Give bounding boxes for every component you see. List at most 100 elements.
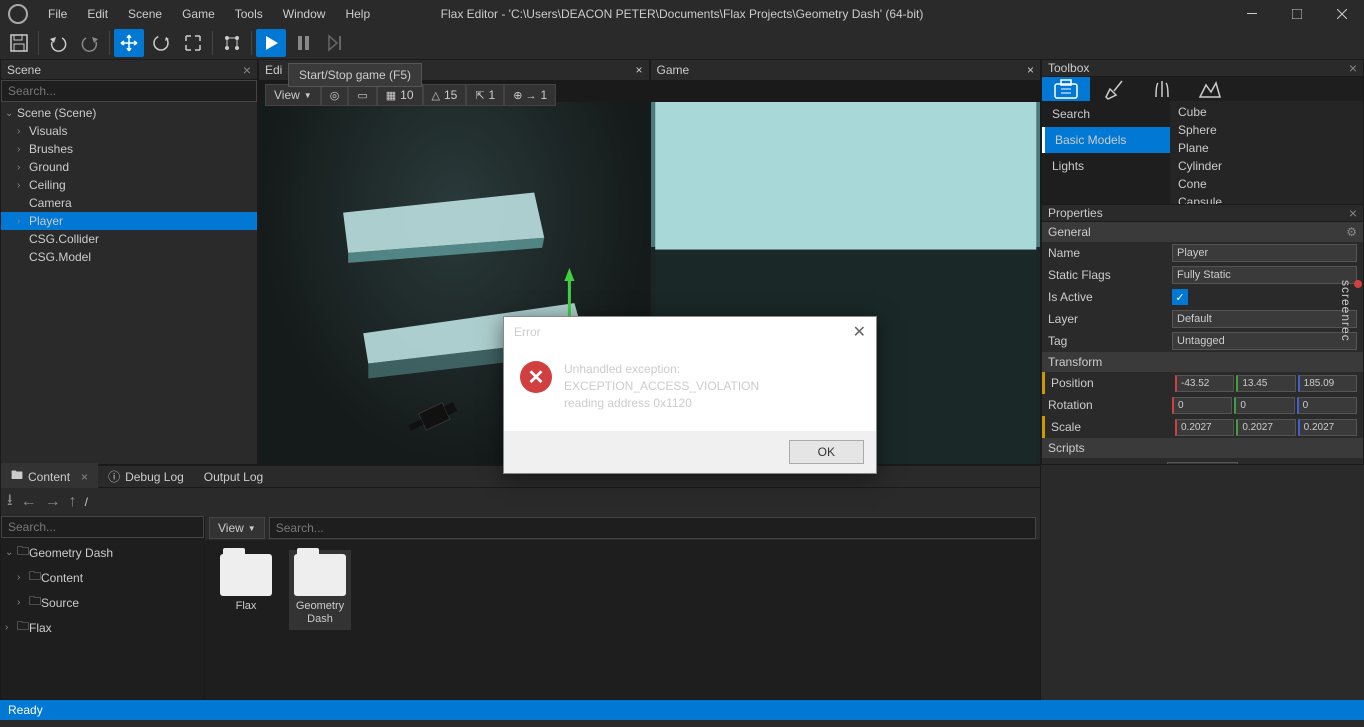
import-button[interactable]: ⭳ xyxy=(7,489,13,516)
editor-tab[interactable]: Edi xyxy=(265,63,282,77)
tree-item[interactable]: ›🗀 Flax xyxy=(1,615,204,640)
tree-item[interactable]: CSG.Collider xyxy=(1,230,257,248)
undo-button[interactable] xyxy=(43,29,73,57)
nav-forward[interactable]: → xyxy=(45,493,61,511)
dialog-close[interactable]: ✕ xyxy=(853,322,866,342)
name-input[interactable] xyxy=(1172,244,1357,262)
toolbox-item[interactable]: Cone xyxy=(1172,175,1361,193)
toolbox-cat-search[interactable]: Search xyxy=(1042,101,1170,127)
scale-tool[interactable] xyxy=(178,29,208,57)
menu-help[interactable]: Help xyxy=(335,2,380,26)
scale-y[interactable]: 0.2027 xyxy=(1236,419,1295,436)
vp-cam-icon[interactable]: ◎ xyxy=(321,84,349,106)
ok-button[interactable]: OK xyxy=(789,440,864,464)
section-scripts[interactable]: Scripts xyxy=(1042,438,1363,458)
save-button[interactable] xyxy=(4,29,34,57)
debug-log-tab[interactable]: ⓘDebug Log xyxy=(98,465,194,488)
menu-scene[interactable]: Scene xyxy=(118,2,172,26)
statusbar: Ready xyxy=(0,700,1364,720)
app-icon xyxy=(8,4,28,24)
menu-file[interactable]: File xyxy=(38,2,77,26)
tree-item[interactable]: ⌄🗀 Geometry Dash xyxy=(1,540,204,565)
menu-edit[interactable]: Edit xyxy=(77,2,118,26)
section-transform[interactable]: Transform xyxy=(1042,352,1363,372)
rot-x[interactable]: 0 xyxy=(1172,397,1232,414)
pos-y[interactable]: 13.45 xyxy=(1236,375,1295,392)
redo-button[interactable] xyxy=(75,29,105,57)
toolbox-tab-primitives[interactable] xyxy=(1042,77,1090,101)
scene-panel-close[interactable]: × xyxy=(243,62,251,78)
pause-button[interactable] xyxy=(288,29,318,57)
error-message: Unhandled exception: EXCEPTION_ACCESS_VI… xyxy=(564,361,860,411)
toolbox-close[interactable]: × xyxy=(1349,60,1357,76)
tree-item[interactable]: ›Ceiling xyxy=(1,176,257,194)
toolbox-tab-paint[interactable] xyxy=(1090,77,1138,101)
vp-angle[interactable]: △ 15 xyxy=(423,84,467,106)
content-tab[interactable]: 🖿Content× xyxy=(1,463,98,490)
play-button[interactable] xyxy=(256,29,286,57)
menu-game[interactable]: Game xyxy=(172,2,225,26)
step-button[interactable] xyxy=(320,29,350,57)
content-view-dropdown[interactable]: View ▼ xyxy=(209,517,265,539)
tree-item[interactable]: CSG.Model xyxy=(1,248,257,266)
vp-snap[interactable]: ⇱ 1 xyxy=(466,84,504,106)
scale-x[interactable]: 0.2027 xyxy=(1175,419,1234,436)
pos-x[interactable]: -43.52 xyxy=(1175,375,1234,392)
graph-button[interactable] xyxy=(217,29,247,57)
scale-z[interactable]: 0.2027 xyxy=(1298,419,1357,436)
nav-back[interactable]: ← xyxy=(21,493,37,511)
pos-z[interactable]: 185.09 xyxy=(1298,375,1357,392)
toolbox-item[interactable]: Plane xyxy=(1172,139,1361,157)
tree-item[interactable]: Camera xyxy=(1,194,257,212)
toolbar xyxy=(0,27,1364,59)
toolbox-cat-basic[interactable]: Basic Models xyxy=(1042,127,1170,153)
tree-item-player[interactable]: ›Player xyxy=(1,212,257,230)
folder-flax[interactable]: Flax xyxy=(215,550,277,630)
tree-item[interactable]: ›Visuals xyxy=(1,122,257,140)
toolbox-item[interactable]: Sphere xyxy=(1172,121,1361,139)
toolbox-item[interactable]: Cylinder xyxy=(1172,157,1361,175)
folder-geometry-dash[interactable]: Geometry Dash xyxy=(289,550,351,630)
editor-close[interactable]: × xyxy=(635,63,642,77)
properties-close[interactable]: × xyxy=(1349,205,1357,221)
toolbox-tab-foliage[interactable] xyxy=(1138,77,1186,101)
minimize-button[interactable] xyxy=(1229,0,1274,27)
vp-display-icon[interactable]: ▭ xyxy=(348,84,376,106)
is-active-check[interactable]: ✓ xyxy=(1172,289,1188,305)
layer-select[interactable]: Default xyxy=(1172,310,1357,328)
view-dropdown[interactable]: View ▼ xyxy=(265,84,321,106)
vp-globe[interactable]: ⊕ → 1 xyxy=(504,84,556,106)
game-close[interactable]: × xyxy=(1027,63,1034,77)
vp-grid[interactable]: ▦ 10 xyxy=(377,84,423,106)
close-button[interactable] xyxy=(1319,0,1364,27)
scene-search-input[interactable] xyxy=(1,80,257,102)
rot-z[interactable]: 0 xyxy=(1297,397,1357,414)
breadcrumb[interactable]: / xyxy=(85,495,88,509)
move-tool[interactable] xyxy=(114,29,144,57)
menu-tools[interactable]: Tools xyxy=(225,2,273,26)
watermark: screenrec xyxy=(1339,280,1362,342)
content-search[interactable] xyxy=(269,517,1036,539)
tree-item[interactable]: ›Ground xyxy=(1,158,257,176)
section-general[interactable]: General⚙ xyxy=(1042,222,1363,242)
toolbox-cat-lights[interactable]: Lights xyxy=(1042,153,1170,179)
toolbox-tab-terrain[interactable] xyxy=(1186,77,1234,101)
rotate-tool[interactable] xyxy=(146,29,176,57)
game-tab[interactable]: Game xyxy=(657,63,690,77)
tree-root[interactable]: ⌄Scene (Scene) xyxy=(1,104,257,122)
rot-y[interactable]: 0 xyxy=(1234,397,1294,414)
toolbox-item[interactable]: Cube xyxy=(1172,103,1361,121)
static-flags-select[interactable]: Fully Static xyxy=(1172,266,1357,284)
toolbox-title: Toolbox xyxy=(1048,61,1349,75)
scene-tree: ⌄Scene (Scene) ›Visuals ›Brushes ›Ground… xyxy=(1,102,257,464)
tree-item[interactable]: ›🗀 Source xyxy=(1,590,204,615)
tag-select[interactable]: Untagged xyxy=(1172,332,1357,350)
content-tree-search[interactable] xyxy=(1,516,204,538)
maximize-button[interactable] xyxy=(1274,0,1319,27)
gear-icon[interactable]: ⚙ xyxy=(1346,225,1357,239)
menu-window[interactable]: Window xyxy=(273,2,336,26)
output-log-tab[interactable]: Output Log xyxy=(194,467,273,487)
tree-item[interactable]: ›🗀 Content xyxy=(1,565,204,590)
nav-up[interactable]: ↑ xyxy=(69,493,77,511)
tree-item[interactable]: ›Brushes xyxy=(1,140,257,158)
